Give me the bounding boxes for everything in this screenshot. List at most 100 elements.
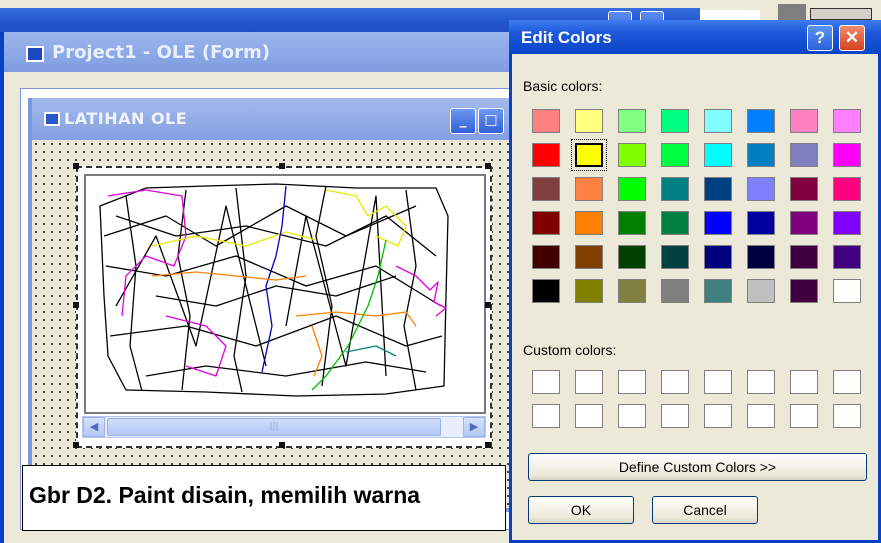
basic-color-swatch-17[interactable]: [575, 177, 603, 201]
basic-color-swatch-20[interactable]: [704, 177, 732, 201]
resize-handle[interactable]: [485, 163, 491, 169]
custom-color-swatch-1[interactable]: [575, 370, 603, 394]
basic-color-swatch-41[interactable]: [575, 279, 603, 303]
custom-color-swatch-15[interactable]: [833, 404, 861, 428]
custom-color-swatch-4[interactable]: [704, 370, 732, 394]
paint-scribble: [99, 183, 449, 397]
minimize-button[interactable]: _: [450, 108, 476, 134]
basic-color-swatch-37[interactable]: [747, 245, 775, 269]
basic-color-swatch-39[interactable]: [833, 245, 861, 269]
basic-color-swatch-43[interactable]: [661, 279, 689, 303]
custom-color-swatch-11[interactable]: [661, 404, 689, 428]
scroll-left-button[interactable]: ◀: [83, 417, 105, 437]
maximize-button[interactable]: □: [478, 108, 504, 134]
basic-color-swatch-10[interactable]: [618, 143, 646, 167]
resize-handle[interactable]: [485, 302, 491, 308]
caption-text: Gbr D2. Paint disain, memilih warna: [29, 482, 421, 508]
basic-color-swatch-23[interactable]: [833, 177, 861, 201]
form-window-icon: [26, 46, 44, 62]
resize-handle[interactable]: [485, 442, 491, 448]
basic-color-swatch-9[interactable]: [571, 139, 607, 171]
basic-color-swatch-4[interactable]: [704, 109, 732, 133]
basic-color-swatch-7[interactable]: [833, 109, 861, 133]
figure-caption: Gbr D2. Paint disain, memilih warna: [22, 465, 506, 531]
custom-color-swatch-2[interactable]: [618, 370, 646, 394]
basic-color-swatch-0[interactable]: [532, 109, 560, 133]
basic-color-swatch-22[interactable]: [790, 177, 818, 201]
custom-color-swatch-8[interactable]: [532, 404, 560, 428]
basic-color-swatch-44[interactable]: [704, 279, 732, 303]
scroll-right-button[interactable]: ▶: [463, 417, 485, 437]
basic-color-swatch-13[interactable]: [747, 143, 775, 167]
define-custom-colors-button[interactable]: Define Custom Colors >>: [528, 453, 867, 481]
form-window-titlebar[interactable]: LATIHAN OLE _ □: [32, 98, 522, 140]
basic-color-swatch-46[interactable]: [790, 279, 818, 303]
basic-color-swatch-27[interactable]: [661, 211, 689, 235]
custom-color-swatch-0[interactable]: [532, 370, 560, 394]
basic-color-swatch-26[interactable]: [618, 211, 646, 235]
toolbar-field: [810, 8, 872, 20]
basic-color-swatch-3[interactable]: [661, 109, 689, 133]
form-icon: [44, 112, 60, 126]
custom-color-swatch-3[interactable]: [661, 370, 689, 394]
basic-color-swatch-21[interactable]: [747, 177, 775, 201]
basic-color-swatch-36[interactable]: [704, 245, 732, 269]
custom-color-swatch-9[interactable]: [575, 404, 603, 428]
custom-color-swatch-12[interactable]: [704, 404, 732, 428]
paint-canvas: [84, 174, 486, 414]
basic-color-swatch-34[interactable]: [618, 245, 646, 269]
custom-color-swatch-6[interactable]: [790, 370, 818, 394]
basic-color-swatch-40[interactable]: [532, 279, 560, 303]
help-button[interactable]: ?: [807, 25, 833, 51]
basic-color-swatch-24[interactable]: [532, 211, 560, 235]
custom-colors-label: Custom colors:: [523, 342, 617, 358]
basic-color-swatch-30[interactable]: [790, 211, 818, 235]
resize-handle[interactable]: [279, 442, 285, 448]
scroll-thumb[interactable]: |||: [107, 418, 441, 436]
custom-color-swatch-10[interactable]: [618, 404, 646, 428]
close-button[interactable]: ✕: [839, 25, 865, 51]
project-window-title: Project1 - OLE (Form): [52, 42, 270, 63]
basic-color-swatch-42[interactable]: [618, 279, 646, 303]
basic-color-swatch-11[interactable]: [661, 143, 689, 167]
basic-color-swatch-33[interactable]: [575, 245, 603, 269]
form-design-grid: ◀ ||| ▶: [32, 140, 522, 508]
dialog-titlebar[interactable]: Edit Colors ? ✕: [509, 20, 881, 54]
dialog-title: Edit Colors: [521, 28, 612, 47]
ok-button[interactable]: OK: [528, 496, 634, 524]
custom-color-swatch-5[interactable]: [747, 370, 775, 394]
basic-color-swatch-6[interactable]: [790, 109, 818, 133]
basic-color-swatch-19[interactable]: [661, 177, 689, 201]
basic-color-swatch-38[interactable]: [790, 245, 818, 269]
custom-color-swatch-7[interactable]: [833, 370, 861, 394]
resize-handle[interactable]: [279, 163, 285, 169]
basic-color-swatch-2[interactable]: [618, 109, 646, 133]
custom-color-swatch-14[interactable]: [790, 404, 818, 428]
custom-color-swatch-13[interactable]: [747, 404, 775, 428]
basic-color-swatch-15[interactable]: [833, 143, 861, 167]
resize-handle[interactable]: [73, 163, 79, 169]
basic-color-swatch-47[interactable]: [833, 279, 861, 303]
resize-handle[interactable]: [73, 302, 79, 308]
basic-color-swatch-12[interactable]: [704, 143, 732, 167]
cancel-button[interactable]: Cancel: [652, 496, 758, 524]
ole-container[interactable]: ◀ ||| ▶: [76, 166, 492, 448]
edit-colors-dialog: Edit Colors ? ✕ Basic colors: Custom col…: [509, 20, 881, 543]
basic-color-swatch-8[interactable]: [532, 143, 560, 167]
basic-color-swatch-45[interactable]: [747, 279, 775, 303]
form-window: LATIHAN OLE _ □ ◀ ||| ▶: [28, 98, 526, 512]
horizontal-scrollbar[interactable]: ◀ ||| ▶: [82, 416, 486, 438]
basic-color-swatch-18[interactable]: [618, 177, 646, 201]
basic-color-swatch-5[interactable]: [747, 109, 775, 133]
basic-color-swatch-14[interactable]: [790, 143, 818, 167]
basic-color-swatch-25[interactable]: [575, 211, 603, 235]
basic-color-swatch-16[interactable]: [532, 177, 560, 201]
form-window-title: LATIHAN OLE: [64, 109, 188, 128]
basic-color-swatch-29[interactable]: [747, 211, 775, 235]
basic-color-swatch-35[interactable]: [661, 245, 689, 269]
basic-color-swatch-32[interactable]: [532, 245, 560, 269]
basic-color-swatch-1[interactable]: [575, 109, 603, 133]
basic-color-swatch-28[interactable]: [704, 211, 732, 235]
resize-handle[interactable]: [73, 442, 79, 448]
basic-color-swatch-31[interactable]: [833, 211, 861, 235]
